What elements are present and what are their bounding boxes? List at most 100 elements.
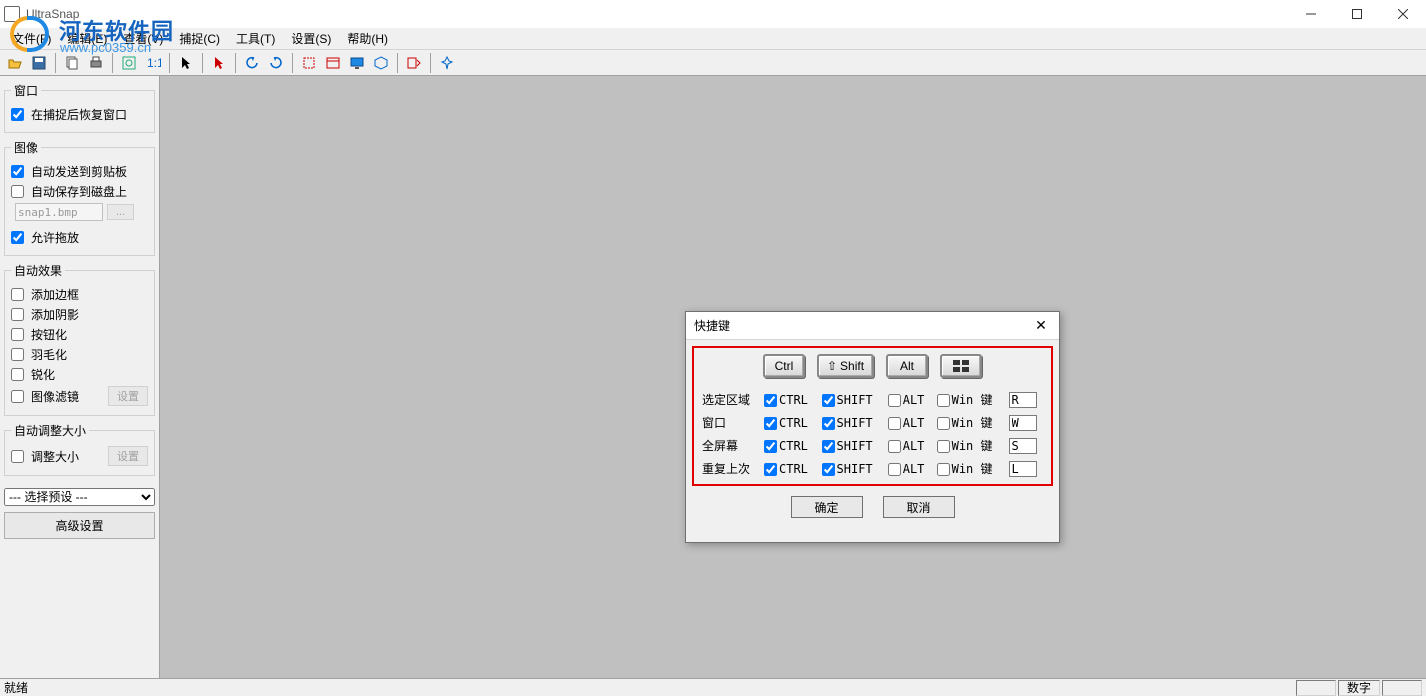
redo-icon[interactable] bbox=[265, 52, 287, 74]
hotkey-row-label: 全屏幕 bbox=[700, 434, 762, 457]
ok-button[interactable]: 确定 bbox=[791, 496, 863, 518]
dialog-title-bar[interactable]: 快捷键 ✕ bbox=[686, 312, 1059, 340]
dialog-title: 快捷键 bbox=[694, 317, 730, 334]
chk-feather[interactable] bbox=[11, 348, 24, 361]
group-window-legend: 窗口 bbox=[11, 82, 41, 99]
group-effects: 自动效果 添加边框 添加阴影 按钮化 羽毛化 锐化 图像滤镜 设置 bbox=[4, 262, 155, 416]
hotkeys-dialog: 快捷键 ✕ Ctrl ⇧Shift Alt 选定区域CTRLSHIFTALTWi… bbox=[685, 311, 1060, 543]
status-cell-3 bbox=[1382, 680, 1422, 696]
key-letter-1[interactable] bbox=[1009, 415, 1037, 431]
pin-icon[interactable] bbox=[436, 52, 458, 74]
chk-win-0[interactable] bbox=[937, 394, 950, 407]
menu-help[interactable]: 帮助(H) bbox=[339, 28, 396, 49]
cancel-button[interactable]: 取消 bbox=[883, 496, 955, 518]
chk-shift-3[interactable] bbox=[822, 463, 835, 476]
pointer-red-icon[interactable] bbox=[208, 52, 230, 74]
toolbar: 1:1 bbox=[0, 50, 1426, 76]
chk-ctrl-3[interactable] bbox=[764, 463, 777, 476]
capture-object-icon[interactable] bbox=[370, 52, 392, 74]
menu-settings[interactable]: 设置(S) bbox=[283, 28, 339, 49]
chk-allow-drag[interactable] bbox=[11, 231, 24, 244]
chk-resize[interactable] bbox=[11, 450, 24, 463]
undo-icon[interactable] bbox=[241, 52, 263, 74]
chk-auto-save[interactable] bbox=[11, 185, 24, 198]
print-icon[interactable] bbox=[85, 52, 107, 74]
menu-bar: 文件(F) 编辑(E) 查看(V) 捕捉(C) 工具(T) 设置(S) 帮助(H… bbox=[0, 28, 1426, 50]
group-resize: 自动调整大小 调整大小 设置 bbox=[4, 422, 155, 476]
group-resize-legend: 自动调整大小 bbox=[11, 422, 89, 439]
keycap-shift: ⇧Shift bbox=[817, 354, 874, 378]
hotkey-row-label: 窗口 bbox=[700, 411, 762, 434]
menu-edit[interactable]: 编辑(E) bbox=[59, 28, 115, 49]
capture-repeat-icon[interactable] bbox=[403, 52, 425, 74]
menu-capture[interactable]: 捕捉(C) bbox=[171, 28, 228, 49]
pointer-icon[interactable] bbox=[175, 52, 197, 74]
group-image-legend: 图像 bbox=[11, 139, 41, 156]
chk-alt-1[interactable] bbox=[888, 417, 901, 430]
window-controls bbox=[1288, 0, 1426, 28]
chk-alt-2[interactable] bbox=[888, 440, 901, 453]
zoom-fit-icon[interactable] bbox=[118, 52, 140, 74]
hotkey-row: 全屏幕CTRLSHIFTALTWin 键 bbox=[700, 434, 1045, 457]
keycap-ctrl: Ctrl bbox=[763, 354, 805, 378]
app-icon bbox=[4, 6, 20, 22]
preset-select[interactable]: --- 选择预设 --- bbox=[4, 488, 155, 506]
maximize-button[interactable] bbox=[1334, 0, 1380, 28]
chk-button[interactable] bbox=[11, 328, 24, 341]
close-button[interactable] bbox=[1380, 0, 1426, 28]
chk-win-3[interactable] bbox=[937, 463, 950, 476]
menu-file[interactable]: 文件(F) bbox=[4, 28, 59, 49]
filename-field[interactable] bbox=[15, 203, 103, 221]
chk-restore-window[interactable] bbox=[11, 108, 24, 121]
dialog-close-button[interactable]: ✕ bbox=[1031, 317, 1051, 334]
status-cell-1 bbox=[1296, 680, 1336, 696]
svg-text:1:1: 1:1 bbox=[147, 56, 161, 70]
canvas-area: 快捷键 ✕ Ctrl ⇧Shift Alt 选定区域CTRLSHIFTALTWi… bbox=[160, 76, 1426, 678]
filter-settings-button[interactable]: 设置 bbox=[108, 386, 148, 406]
chk-shift-2[interactable] bbox=[822, 440, 835, 453]
chk-shadow[interactable] bbox=[11, 308, 24, 321]
capture-screen-icon[interactable] bbox=[346, 52, 368, 74]
chk-alt-0[interactable] bbox=[888, 394, 901, 407]
chk-auto-clipboard[interactable] bbox=[11, 165, 24, 178]
menu-view[interactable]: 查看(V) bbox=[115, 28, 171, 49]
chk-shift-1[interactable] bbox=[822, 417, 835, 430]
chk-filter[interactable] bbox=[11, 390, 24, 403]
key-letter-0[interactable] bbox=[1009, 392, 1037, 408]
hotkey-row: 选定区域CTRLSHIFTALTWin 键 bbox=[700, 388, 1045, 411]
capture-window-icon[interactable] bbox=[322, 52, 344, 74]
hotkeys-table: 选定区域CTRLSHIFTALTWin 键窗口CTRLSHIFTALTWin 键… bbox=[700, 388, 1045, 480]
chk-ctrl-0[interactable] bbox=[764, 394, 777, 407]
app-title: UltraSnap bbox=[26, 7, 79, 21]
browse-button[interactable]: ... bbox=[107, 204, 134, 220]
chk-win-2[interactable] bbox=[937, 440, 950, 453]
save-icon[interactable] bbox=[28, 52, 50, 74]
chk-win-1[interactable] bbox=[937, 417, 950, 430]
copy-icon[interactable] bbox=[61, 52, 83, 74]
menu-tools[interactable]: 工具(T) bbox=[228, 28, 283, 49]
hotkeys-highlight-box: Ctrl ⇧Shift Alt 选定区域CTRLSHIFTALTWin 键窗口C… bbox=[692, 346, 1053, 486]
key-letter-2[interactable] bbox=[1009, 438, 1037, 454]
chk-shift-0[interactable] bbox=[822, 394, 835, 407]
chk-ctrl-1[interactable] bbox=[764, 417, 777, 430]
status-ready: 就绪 bbox=[4, 679, 28, 696]
chk-border[interactable] bbox=[11, 288, 24, 301]
chk-ctrl-2[interactable] bbox=[764, 440, 777, 453]
keycap-win bbox=[940, 354, 982, 378]
capture-region-icon[interactable] bbox=[298, 52, 320, 74]
resize-settings-button[interactable]: 设置 bbox=[108, 446, 148, 466]
group-image: 图像 自动发送到剪贴板 自动保存到磁盘上 ... 允许拖放 bbox=[4, 139, 155, 256]
hotkey-row-label: 选定区域 bbox=[700, 388, 762, 411]
key-letter-3[interactable] bbox=[1009, 461, 1037, 477]
title-bar: UltraSnap bbox=[0, 0, 1426, 28]
chk-sharpen[interactable] bbox=[11, 368, 24, 381]
group-effects-legend: 自动效果 bbox=[11, 262, 65, 279]
group-window: 窗口 在捕捉后恢复窗口 bbox=[4, 82, 155, 133]
minimize-button[interactable] bbox=[1288, 0, 1334, 28]
advanced-settings-button[interactable]: 高级设置 bbox=[4, 512, 155, 539]
status-numlock: 数字 bbox=[1338, 680, 1380, 696]
chk-alt-3[interactable] bbox=[888, 463, 901, 476]
hotkey-row: 窗口CTRLSHIFTALTWin 键 bbox=[700, 411, 1045, 434]
open-icon[interactable] bbox=[4, 52, 26, 74]
zoom-actual-icon[interactable]: 1:1 bbox=[142, 52, 164, 74]
